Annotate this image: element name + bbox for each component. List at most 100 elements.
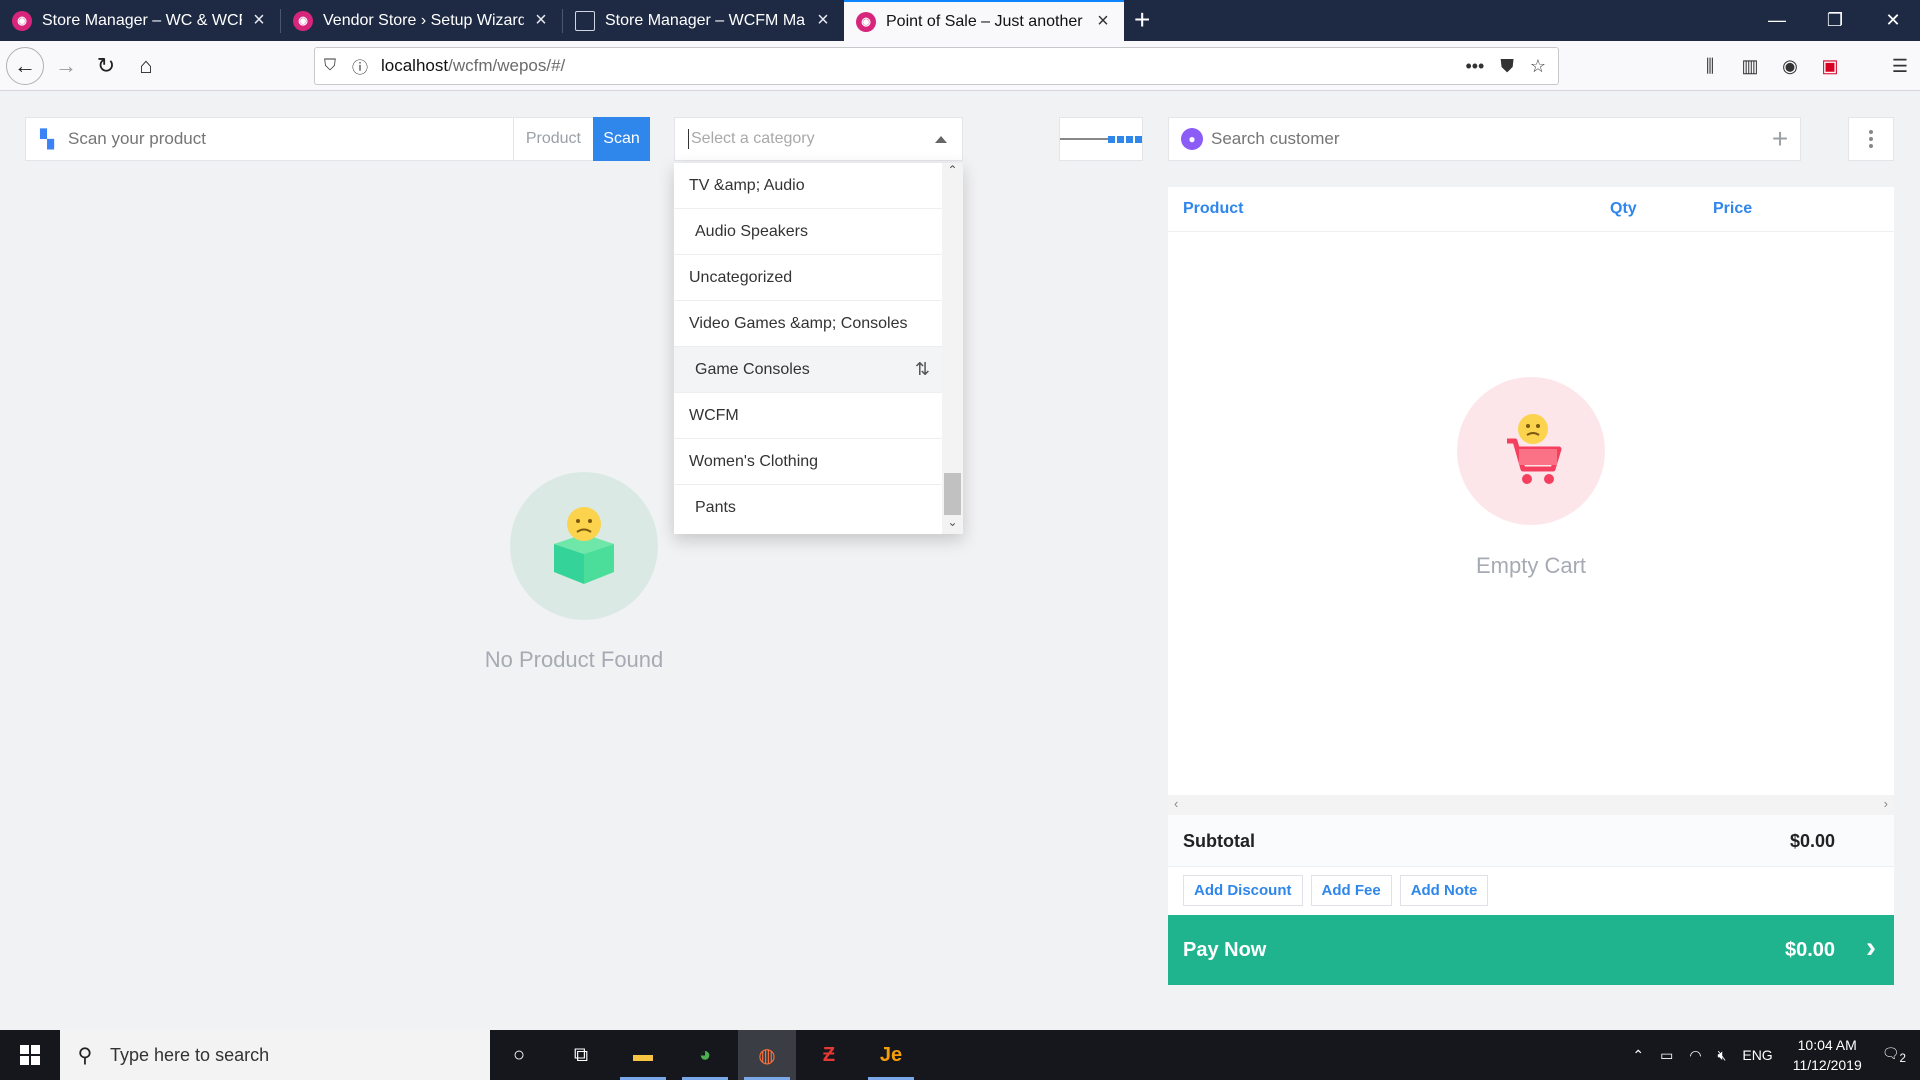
scroll-left-icon[interactable]: ‹ [1174,796,1178,811]
chrome-icon[interactable]: ◕ [676,1030,734,1080]
language-indicator[interactable]: ENG [1742,1047,1772,1063]
notifications-icon[interactable]: 🗨︎2 [1882,1045,1906,1065]
extension-icon[interactable]: ▣ [1810,56,1850,77]
page-actions-icon[interactable]: ••• [1465,56,1484,77]
windows-taskbar: ⚲ Type here to search ○ ⧉ ▬ ◕ ◍ Ƶ Je ⌃ ▭… [0,1030,1920,1080]
cart-horizontal-scrollbar[interactable]: ‹ › [1168,795,1894,815]
filezilla-icon[interactable]: Ƶ [800,1030,858,1080]
scan-button[interactable]: Scan [593,117,650,161]
add-fee-button[interactable]: Add Fee [1310,875,1392,906]
subtotal-label: Subtotal [1183,831,1255,851]
cart-table-header: Product Qty Price [1168,187,1894,232]
jetbrains-icon[interactable]: Je [862,1030,920,1080]
tab-title: Store Manager – WC & WCFM [42,11,242,29]
subtotal-value: $0.00 [1790,831,1836,851]
category-select[interactable]: Select a category [674,117,963,161]
tray-chevron-up-icon[interactable]: ⌃ [1632,1047,1644,1064]
add-discount-button[interactable]: Add Discount [1183,875,1303,906]
cortana-icon[interactable]: ○ [490,1030,548,1080]
close-tab-icon[interactable]: × [814,9,832,32]
file-explorer-icon[interactable]: ▬ [614,1030,672,1080]
chevron-right-icon: › [1866,931,1876,964]
reload-icon[interactable]: ↻ [88,48,124,84]
category-option[interactable]: TV &amp; Audio [674,163,942,209]
grid-view-icon[interactable] [1108,118,1142,160]
add-customer-icon[interactable]: + [1760,123,1800,155]
home-icon[interactable]: ⌂ [128,48,164,84]
account-icon[interactable]: ◉ [1770,56,1810,77]
no-product-message: No Product Found [484,647,664,672]
taskbar-search-box[interactable]: ⚲ Type here to search [60,1030,490,1080]
category-option[interactable]: Pants [674,485,942,531]
scan-product-input[interactable] [68,129,513,149]
browser-tab-bar: ◉ Store Manager – WC & WCFM × ◉ Vendor S… [0,0,1920,41]
system-tray: ⌃ ▭ ◠ 🔇︎ ENG 10:04 AM 11/12/2019 🗨︎2 [1624,1030,1920,1080]
page-favicon-icon [575,10,595,31]
search-mode-label[interactable]: Product [512,118,593,160]
column-price: Price [1713,200,1753,217]
user-icon: ● [1181,128,1203,150]
wcfm-favicon-icon: ◉ [12,10,32,31]
address-bar[interactable]: ⛉ ⓘ localhost/wcfm/wepos/#/ ••• ⛊ ☆ [314,47,1559,85]
scrollbar-thumb[interactable] [944,473,961,515]
category-dropdown: TV &amp; Audio Audio Speakers Uncategori… [674,163,963,534]
customer-search-input[interactable] [1211,129,1760,149]
list-view-icon[interactable] [1060,118,1108,160]
scroll-up-icon[interactable]: ⌃ [942,163,963,177]
category-option-hovered[interactable]: Game Consoles ⇅ [674,347,942,393]
cart-actions: Add Discount Add Fee Add Note [1183,875,1489,906]
clock-date: 11/12/2019 [1792,1057,1862,1073]
close-tab-icon[interactable]: × [1094,10,1112,33]
add-note-button[interactable]: Add Note [1399,875,1489,906]
browser-tab[interactable]: ◉ Store Manager – WC & WCFM × [0,0,280,41]
menu-icon[interactable]: ☰ [1880,56,1920,77]
category-option[interactable]: Audio Speakers [674,209,942,255]
task-view-icon[interactable]: ⧉ [552,1030,610,1080]
scroll-down-icon[interactable]: ⌄ [942,515,963,529]
category-option[interactable]: Uncategorized [674,255,942,301]
close-tab-icon[interactable]: × [250,9,268,32]
bookmark-star-icon[interactable]: ☆ [1530,56,1546,77]
windows-start-icon[interactable] [0,1030,60,1080]
empty-box-icon [510,472,658,620]
scroll-right-icon[interactable]: › [1884,796,1888,811]
browser-tab[interactable]: ◉ Vendor Store › Setup Wizard × [281,0,562,41]
more-options-icon[interactable] [1848,117,1894,161]
tab-title: Store Manager – WCFM Marketp [605,11,806,29]
forward-arrow-icon[interactable]: → [48,48,84,84]
battery-icon[interactable]: ▭ [1660,1047,1673,1064]
shield-icon[interactable]: ⛉ [315,57,345,75]
speaker-muted-icon[interactable]: 🔇︎ [1718,1047,1727,1064]
browser-nav-bar: ← → ↻ ⌂ ⛉ ⓘ localhost/wcfm/wepos/#/ ••• … [0,41,1920,91]
sort-arrows-icon: ⇅ [914,359,930,379]
library-icon[interactable]: ⫼ [1690,56,1730,77]
wcfm-favicon-icon: ◉ [293,10,313,31]
no-product-placeholder: No Product Found [485,472,674,673]
restore-icon[interactable]: ❐ [1806,0,1864,41]
category-option[interactable]: Video Games &amp; Consoles [674,301,942,347]
pay-now-button[interactable]: Pay Now $0.00 › [1168,915,1894,985]
tab-title: Vendor Store › Setup Wizard [323,11,524,29]
new-tab-icon[interactable]: + [1134,4,1150,36]
empty-cart-placeholder: Empty Cart [1168,377,1894,579]
firefox-icon[interactable]: ◍ [738,1030,796,1080]
pocket-icon[interactable]: ⛊ [1500,56,1514,77]
dropdown-scrollbar[interactable]: ⌃ ⌄ [942,163,963,534]
back-arrow-icon[interactable]: ← [6,47,44,85]
barcode-icon: ▚ [40,128,54,149]
window-close-icon[interactable]: ✕ [1864,0,1920,41]
category-option[interactable]: Women's Clothing [674,439,942,485]
sidebar-icon[interactable]: ▥ [1730,56,1770,77]
subtotal-row: Subtotal $0.00 [1168,815,1894,867]
empty-cart-message: Empty Cart [1475,553,1587,578]
clock[interactable]: 10:04 AM 11/12/2019 [1793,1035,1862,1075]
browser-tab-active[interactable]: ◉ Point of Sale – Just another Wo × [844,0,1124,41]
info-icon[interactable]: ⓘ [345,54,375,78]
minimize-icon[interactable]: — [1748,0,1806,41]
column-qty: Qty [1610,200,1637,217]
close-tab-icon[interactable]: × [532,9,550,32]
category-option[interactable]: WCFM [674,393,942,439]
browser-tab[interactable]: Store Manager – WCFM Marketp × [563,0,844,41]
wifi-icon[interactable]: ◠ [1689,1047,1701,1064]
caret-up-icon[interactable] [935,135,947,143]
